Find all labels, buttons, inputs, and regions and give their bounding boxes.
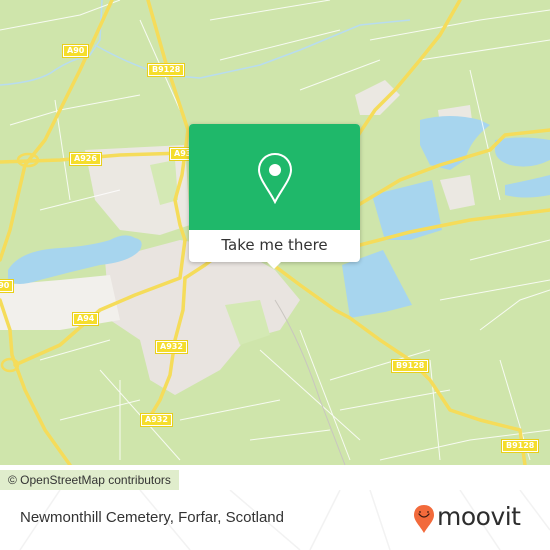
map-attribution[interactable]: © OpenStreetMap contributors [0,470,179,490]
popup-pointer [266,261,282,269]
road-label-b9128: B9128 [500,439,540,453]
stream [94,19,411,79]
road-label-a90: A90 [0,279,15,293]
loch-east-2 [505,175,550,198]
moovit-pin-smile-icon [414,505,434,533]
map[interactable]: A90 B9128 A926 A932 A94 A932 A932 B9128 … [0,0,550,465]
disused-railway [274,299,346,465]
moovit-logo[interactable]: moovit [413,502,538,534]
road-label-b9128: B9128 [146,63,186,77]
road-label-a90: A90 [61,44,90,58]
loch-east [495,137,550,167]
road-label-a932: A932 [155,340,188,354]
footer: Newmonthill Cemetery, Forfar, Scotland m… [0,490,550,550]
place-name: Newmonthill Cemetery, Forfar, Scotland [20,509,284,526]
road-label-b9128: B9128 [390,359,430,373]
take-me-there-button[interactable]: Take me there [189,230,360,262]
location-pin-icon [257,152,293,204]
location-popup[interactable]: Take me there [189,124,360,269]
moovit-wordmark: moovit [437,502,521,531]
urban-area [440,175,475,210]
road-label-a926: A926 [69,152,102,166]
road-label-a932: A932 [140,413,173,427]
road-label-a94: A94 [71,312,100,326]
popup-header [189,124,360,230]
